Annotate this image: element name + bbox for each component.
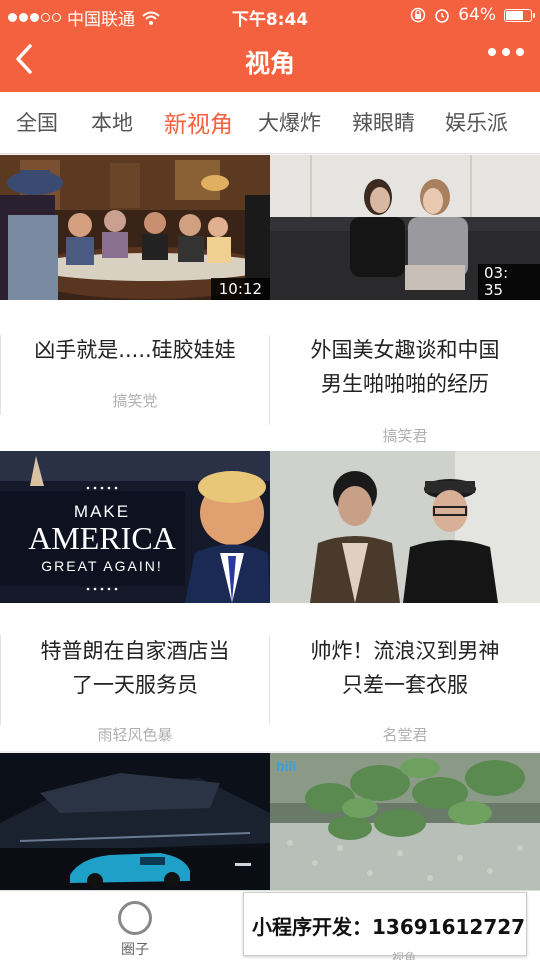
- video-author: 名堂君: [382, 726, 428, 744]
- nav-bar: 视角: [0, 30, 540, 92]
- video-card[interactable]: [0, 753, 270, 893]
- video-author: 搞笑党: [112, 392, 158, 410]
- video-card[interactable]: bili: [270, 753, 540, 893]
- category-tabs: 全国 本地 新视角 大爆炸 辣眼睛 娱乐派: [0, 92, 540, 154]
- video-card[interactable]: MAKE AMERICA GREAT AGAIN! 特普朗在自家酒店当 了一天服…: [0, 451, 270, 751]
- video-card[interactable]: 帅炸！流浪汉到男神 只差一套衣服 名堂君: [270, 451, 540, 751]
- video-title-line: 凶手就是.....硅胶娃娃: [34, 338, 236, 362]
- column-divider: [0, 335, 1, 415]
- video-title-line: 了一天服务员: [72, 673, 198, 697]
- video-duration: 03: 35: [478, 264, 540, 300]
- page-title: 视角: [244, 49, 295, 78]
- bili-logo: bili: [276, 758, 296, 774]
- video-thumbnail[interactable]: [270, 451, 540, 603]
- status-right: 64%: [410, 5, 535, 25]
- video-card[interactable]: 03: 35 外国美女趣谈和中国 男生啪啪啪的经历 搞笑君: [270, 155, 540, 451]
- rotation-lock-icon: [410, 7, 426, 23]
- video-thumbnail[interactable]: [0, 753, 270, 893]
- header: 中国联通 下午8:44 64% 视角: [0, 0, 540, 92]
- status-bar: 中国联通 下午8:44 64%: [0, 0, 540, 30]
- tab-quanzi-label: 圈子: [121, 942, 149, 958]
- alarm-icon: [435, 9, 450, 23]
- video-title-line: 帅炸！流浪汉到男神: [310, 639, 500, 663]
- video-duration: 10:12: [210, 278, 270, 300]
- video-thumbnail[interactable]: MAKE AMERICA GREAT AGAIN!: [0, 451, 270, 603]
- video-thumbnail[interactable]: bili: [270, 753, 540, 893]
- video-author: 搞笑君: [382, 427, 428, 445]
- promo-text: 小程序开发：13691612727: [252, 915, 526, 939]
- tab-shijiao-label: 视角: [392, 951, 417, 960]
- video-title-line: 只差一套衣服: [342, 673, 468, 697]
- tab-layanjing[interactable]: 辣眼睛: [352, 107, 415, 137]
- tab-quanzi[interactable]: 圈子: [100, 897, 170, 959]
- column-divider: [269, 635, 270, 725]
- banner-america-text: AMERICA: [28, 520, 176, 556]
- video-title-line: 特普朗在自家酒店当: [40, 639, 230, 663]
- video-author: 雨轻风色暴: [97, 726, 173, 744]
- video-title: 帅炸！流浪汉到男神 只差一套衣服: [270, 634, 540, 702]
- tab-quanguo[interactable]: 全国: [16, 107, 58, 137]
- video-title: 特普朗在自家酒店当 了一天服务员: [0, 634, 270, 702]
- sports-car-image: [0, 753, 270, 893]
- garden-plants-image: bili: [270, 753, 540, 893]
- duration-minutes: 03:: [484, 264, 509, 282]
- circle-icon: [118, 901, 152, 935]
- tab-xinshijiao[interactable]: 新视角: [164, 105, 233, 139]
- more-dots-icon[interactable]: [488, 48, 524, 56]
- video-title-line: 外国美女趣谈和中国: [310, 338, 500, 362]
- column-divider: [0, 635, 1, 725]
- video-title: 外国美女趣谈和中国 男生啪啪啪的经历: [270, 333, 540, 401]
- banner-make-text: MAKE: [74, 502, 130, 521]
- video-title-line: 男生啪啪啪的经历: [321, 372, 489, 396]
- promo-banner[interactable]: 小程序开发：13691612727 视角: [243, 892, 527, 960]
- tab-yulepai[interactable]: 娱乐派: [445, 107, 508, 137]
- battery-percent: 64%: [458, 5, 496, 25]
- tab-bendi[interactable]: 本地: [91, 107, 133, 137]
- video-thumbnail[interactable]: 10:12: [0, 155, 270, 300]
- video-title: 凶手就是.....硅胶娃娃: [0, 333, 270, 367]
- duration-seconds: 35: [484, 281, 504, 299]
- video-thumbnail[interactable]: 03: 35: [270, 155, 540, 300]
- column-divider: [269, 335, 270, 425]
- banner-great-again-text: GREAT AGAIN!: [41, 558, 163, 574]
- trump-banner-image: MAKE AMERICA GREAT AGAIN!: [0, 451, 270, 603]
- tab-dabaozha[interactable]: 大爆炸: [258, 107, 321, 137]
- video-card[interactable]: 10:12 凶手就是.....硅胶娃娃 搞笑党: [0, 155, 270, 451]
- two-men-image: [270, 451, 540, 603]
- battery-icon: [504, 8, 535, 22]
